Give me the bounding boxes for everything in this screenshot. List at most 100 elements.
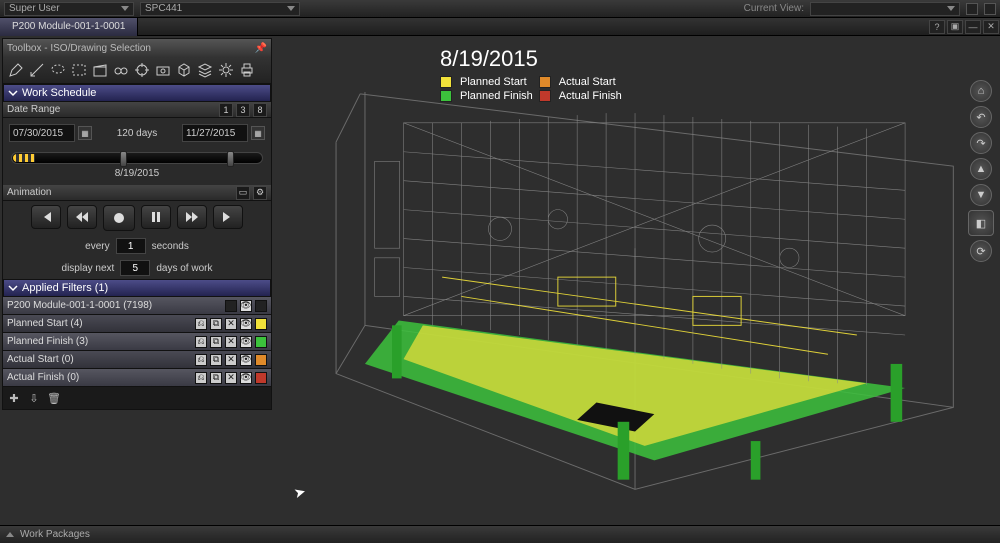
layers-icon[interactable] (196, 61, 214, 79)
filter-name: Actual Finish (0) (7, 372, 192, 383)
filter-copy-icon[interactable]: ⧉ (210, 372, 222, 384)
orbit-button[interactable]: ⟳ (970, 240, 992, 262)
view-cube-button[interactable]: ◧ (968, 210, 994, 236)
project-dropdown[interactable]: SPC441 (140, 2, 300, 16)
filter-lock-icon[interactable]: ⎌ (195, 336, 207, 348)
playback-controls (3, 201, 271, 235)
pin-icon[interactable]: 📌 (255, 42, 267, 54)
toolbox-titlebar[interactable]: Toolbox - ISO/Drawing Selection 📌 (3, 39, 271, 57)
forward-button[interactable] (177, 205, 207, 229)
color-swatch[interactable] (255, 336, 267, 348)
current-view-dropdown[interactable] (810, 2, 960, 16)
filter-copy-icon[interactable]: ⧉ (210, 336, 222, 348)
color-swatch[interactable] (255, 318, 267, 330)
animation-subheader: Animation ▭ ⚙ (3, 185, 271, 201)
calendar-icon[interactable]: ▦ (78, 126, 92, 140)
skip-end-button[interactable] (213, 205, 243, 229)
range-opt-3[interactable]: 3 (236, 103, 250, 117)
color-swatch[interactable] (255, 354, 267, 366)
filter-row[interactable]: Planned Finish (3)⎌⧉✕👁 (3, 333, 271, 351)
menu-button-1[interactable] (966, 3, 978, 15)
measure-icon[interactable] (28, 61, 46, 79)
legend-swatch-planned-start (440, 76, 452, 88)
color-swatch[interactable] (255, 372, 267, 384)
filter-expand-icon[interactable]: ✕ (225, 336, 237, 348)
filter-expand-icon[interactable]: ✕ (225, 354, 237, 366)
download-filter-icon[interactable]: ⇩ (27, 391, 41, 405)
binoculars-icon[interactable] (112, 61, 130, 79)
legend-swatch-actual-finish (539, 90, 551, 102)
up-button[interactable]: ▲ (970, 158, 992, 180)
slider-thumb[interactable] (120, 151, 127, 167)
display-next-unit: days of work (156, 263, 212, 274)
box-select-icon[interactable] (70, 61, 88, 79)
range-opt-8[interactable]: 8 (253, 103, 267, 117)
crosshair-icon[interactable] (133, 61, 151, 79)
filter-lock-icon[interactable]: ⎌ (195, 318, 207, 330)
current-view-label: Current View: (744, 3, 804, 14)
anim-opt-1[interactable]: ▭ (236, 186, 250, 200)
tab-module[interactable]: P200 Module-001-1-0001 (0, 18, 138, 36)
section-label: Work Schedule (22, 87, 96, 99)
rotate-left-button[interactable]: ↶ (970, 106, 992, 128)
chevron-down-icon (947, 6, 955, 11)
end-date-input[interactable] (182, 124, 248, 142)
filter-name: Planned Finish (3) (7, 336, 192, 347)
range-opt-1[interactable]: 1 (219, 103, 233, 117)
every-row: every seconds (3, 235, 271, 257)
start-date-input[interactable] (9, 124, 75, 142)
filter-lock-icon[interactable]: ⎌ (195, 372, 207, 384)
work-schedule-header[interactable]: Work Schedule (3, 84, 271, 102)
filter-copy-icon[interactable]: ⧉ (210, 318, 222, 330)
filter-row[interactable]: P200 Module-001-1-0001 (7198) 👁 (3, 297, 271, 315)
record-button[interactable] (103, 205, 135, 231)
color-swatch[interactable] (255, 300, 267, 312)
date-slider[interactable] (11, 152, 263, 164)
calendar-icon[interactable]: ▦ (251, 126, 265, 140)
lasso-icon[interactable] (49, 61, 67, 79)
cube-icon[interactable] (175, 61, 193, 79)
delete-filter-icon[interactable]: 🗑 (47, 391, 61, 405)
filter-copy-icon[interactable]: ⧉ (210, 354, 222, 366)
filter-expand-icon[interactable]: ✕ (225, 318, 237, 330)
chevron-down-icon (287, 6, 295, 11)
user-dropdown[interactable]: Super User (4, 2, 134, 16)
filter-name: Planned Start (4) (7, 318, 192, 329)
maximize-button[interactable]: ▣ (947, 20, 963, 34)
bottom-bar-label: Work Packages (20, 529, 90, 540)
skip-start-button[interactable] (31, 205, 61, 229)
filter-action-icon[interactable] (225, 300, 237, 312)
eye-icon[interactable]: 👁 (240, 300, 252, 312)
camera-icon[interactable] (154, 61, 172, 79)
anim-settings-icon[interactable]: ⚙ (253, 186, 267, 200)
down-button[interactable]: ▼ (970, 184, 992, 206)
print-icon[interactable] (238, 61, 256, 79)
filter-row[interactable]: Planned Start (4)⎌⧉✕👁 (3, 315, 271, 333)
filter-row[interactable]: Actual Start (0)⎌⧉✕👁 (3, 351, 271, 369)
eye-icon[interactable]: 👁 (240, 372, 252, 384)
bottom-bar[interactable]: Work Packages (0, 525, 1000, 543)
filter-lock-icon[interactable]: ⎌ (195, 354, 207, 366)
filter-expand-icon[interactable]: ✕ (225, 372, 237, 384)
help-button[interactable]: ? (929, 20, 945, 34)
menu-button-2[interactable] (984, 3, 996, 15)
every-input[interactable] (116, 238, 146, 254)
add-filter-icon[interactable]: ✚ (7, 391, 21, 405)
pause-button[interactable] (141, 205, 171, 229)
eye-icon[interactable]: 👁 (240, 354, 252, 366)
pencil-icon[interactable] (7, 61, 25, 79)
applied-filters-header[interactable]: Applied Filters (1) (3, 279, 271, 297)
clapboard-icon[interactable] (91, 61, 109, 79)
filter-row[interactable]: Actual Finish (0)⎌⧉✕👁 (3, 369, 271, 387)
rewind-button[interactable] (67, 205, 97, 229)
rotate-right-button[interactable]: ↷ (970, 132, 992, 154)
close-button[interactable]: ✕ (983, 20, 999, 34)
minimize-button[interactable]: — (965, 20, 981, 34)
eye-icon[interactable]: 👁 (240, 336, 252, 348)
gear-icon[interactable] (217, 61, 235, 79)
slider-end-thumb[interactable] (227, 151, 234, 167)
home-view-button[interactable]: ⌂ (970, 80, 992, 102)
display-next-input[interactable] (120, 260, 150, 276)
eye-icon[interactable]: 👁 (240, 318, 252, 330)
filter-name: P200 Module-001-1-0001 (7198) (7, 300, 222, 311)
